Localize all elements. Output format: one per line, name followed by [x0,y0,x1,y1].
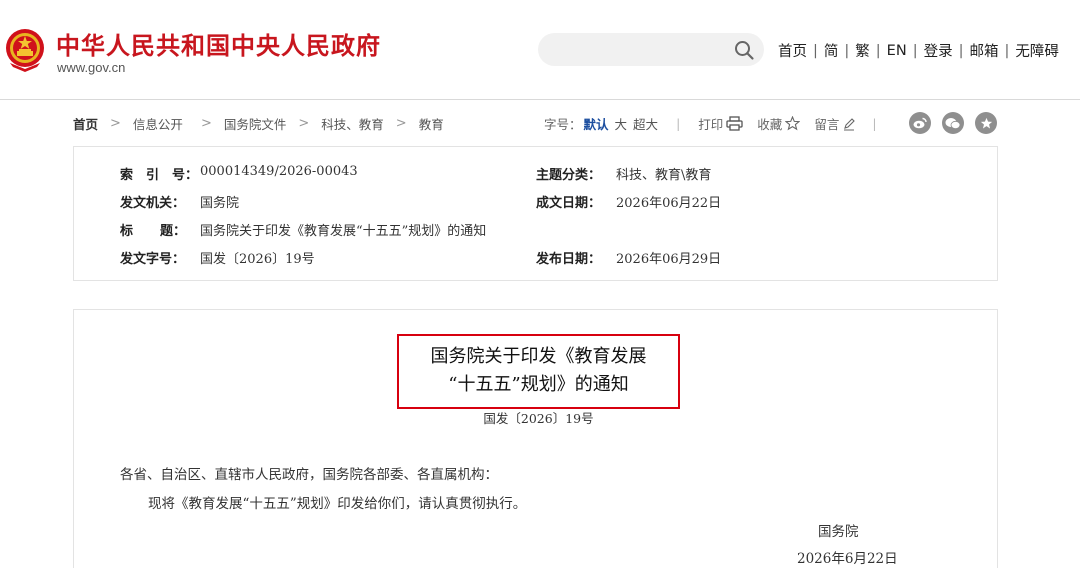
nav-separator: | [875,42,881,59]
breadcrumb-arrow: > [395,116,407,131]
weibo-icon[interactable] [909,112,931,134]
favorite-button[interactable]: 收藏 [757,114,801,133]
info-docno-label: 发文字号： [120,252,186,267]
print-button[interactable]: 打印 [698,114,743,133]
info-title: 标 题： 国务院关于印发《教育发展“十五五”规划》的通知 [120,220,486,239]
site-header: 中华人民共和国中央人民政府 www.gov.cn 首页 | 简 | 繁 | EN… [0,0,1080,100]
nav-simplified[interactable]: 简 [824,40,839,61]
info-title-label-b: 题： [159,224,186,239]
wechat-glyph [945,117,961,129]
info-title-label-a: 标 [120,224,134,239]
tools-separator: | [676,116,681,131]
font-size-default[interactable]: 默认 [584,114,609,133]
info-category: 主题分类： 科技、教育\教育 [536,164,711,183]
nav-home[interactable]: 首页 [778,40,807,61]
font-size-label: 字号： [544,117,582,132]
favorite-label: 收藏 [757,117,783,132]
document-title: 国务院关于印发《教育发展 “十五五”规划》的通知 [397,343,680,399]
nav-separator: | [844,42,850,59]
breadcrumb-info-public[interactable]: 信息公开 [133,114,183,133]
nav-english[interactable]: EN [887,43,907,59]
breadcrumb-state-council-docs[interactable]: 国务院文件 [224,114,287,133]
breadcrumb-arrow: > [298,116,310,131]
nav-separator: | [813,42,818,59]
font-size-large[interactable]: 大 [615,114,628,133]
info-docno-value: 国发〔2026〕19号 [200,252,315,267]
document-salutation: 各省、自治区、直辖市人民政府，国务院各部委、各直属机构： [120,467,498,483]
comment-label: 留言 [814,117,840,132]
search-input[interactable] [538,33,764,66]
info-index: 索 引 号： 000014349/2026-00043 [120,164,358,183]
breadcrumb-tech-education[interactable]: 科技、教育 [321,114,384,133]
info-issuer-label: 发文机关： [120,196,186,211]
info-category-value: 科技、教育\教育 [616,168,712,183]
info-issuer: 发文机关： 国务院 [120,192,239,211]
info-docno: 发文字号： 国发〔2026〕19号 [120,248,315,267]
info-published-label: 发布日期： [536,252,602,267]
document-date: 2026年6月22日 [797,551,898,567]
breadcrumb-education[interactable]: 教育 [419,114,444,133]
info-created: 成文日期： 2026年06月22日 [536,192,721,211]
star-outline-icon [785,116,801,131]
nav-login[interactable]: 登录 [924,40,953,61]
site-title[interactable]: 中华人民共和国中央人民政府 [56,26,381,61]
nav-separator: | [912,42,918,59]
font-size-xlarge[interactable]: 超大 [633,114,658,133]
breadcrumb-arrow: > [110,116,121,131]
comment-button[interactable]: 留言 [814,114,856,133]
breadcrumb-home[interactable]: 首页 [73,114,98,133]
document-signature: 国务院 [818,524,859,540]
breadcrumb-arrow: > [200,116,212,131]
search-icon[interactable] [733,39,755,61]
breadcrumb: 首页 > 信息公开 > 国务院文件 > 科技、教育 > 教育 [73,114,444,133]
document-body-paragraph: 现将《教育发展“十五五”规划》印发给你们，请认真贯彻执行。 [148,496,527,512]
document-title-line-1: 国务院关于印发《教育发展 [430,346,647,367]
printer-icon [726,116,743,131]
info-issuer-value: 国务院 [200,196,240,211]
info-index-value: 000014349/2026-00043 [200,164,358,179]
top-nav: 首页 | 简 | 繁 | EN | 登录 | 邮箱 | 无障碍 [778,40,1059,61]
wechat-icon[interactable] [942,112,964,134]
info-title-value: 国务院关于印发《教育发展“十五五”规划》的通知 [200,224,487,239]
info-published-value: 2026年06月29日 [616,252,722,267]
site-url[interactable]: www.gov.cn [57,60,125,75]
nav-mailbox[interactable]: 邮箱 [969,40,998,61]
info-published: 发布日期： 2026年06月29日 [536,248,721,267]
tools-separator: | [872,116,877,131]
share-buttons [909,112,1008,134]
pencil-icon [844,117,856,130]
nav-separator: | [1004,42,1010,59]
info-created-value: 2026年06月22日 [616,196,722,211]
weibo-glyph [913,117,927,129]
document-title-line-2: “十五五”规划》的通知 [448,374,629,395]
info-category-label: 主题分类： [536,168,602,183]
info-title-label-spread: 标 题： [120,220,186,239]
star-glyph [980,117,992,128]
print-label: 打印 [698,117,724,132]
page-tools: 字号： 默认 大 超大 | 打印 收藏 留言 | [544,114,877,133]
info-title-label: 标 题： [120,220,200,239]
info-created-label: 成文日期： [536,196,602,211]
nav-accessibility[interactable]: 无障碍 [1015,40,1059,61]
nav-traditional[interactable]: 繁 [855,40,870,61]
national-emblem-icon[interactable] [4,27,46,73]
breadcrumb-row: 首页 > 信息公开 > 国务院文件 > 科技、教育 > 教育 字号： 默认 大 … [73,112,998,134]
star-icon[interactable] [975,112,997,134]
document-number: 国发〔2026〕19号 [483,411,594,426]
nav-separator: | [958,42,964,59]
info-index-label: 索 引 号： [120,168,199,183]
